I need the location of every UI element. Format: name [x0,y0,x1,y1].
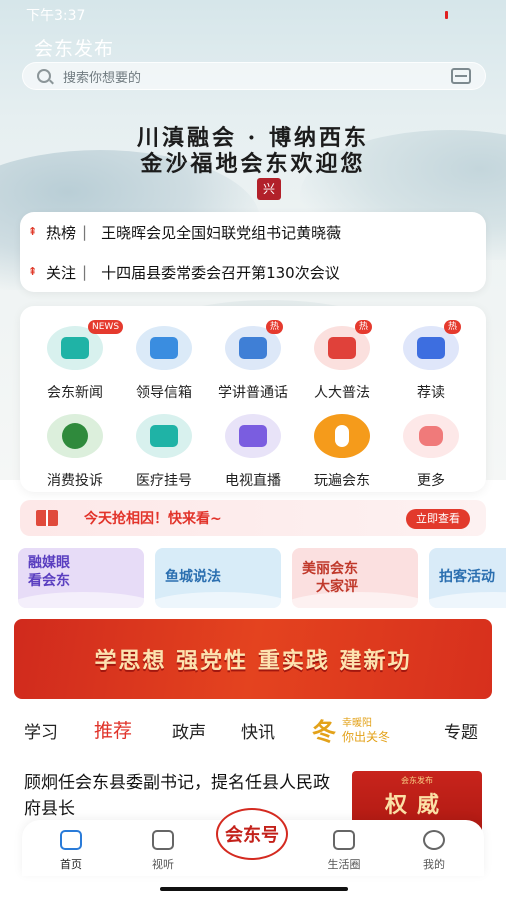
nav-label: 视听 [152,858,174,871]
tv-live-icon [225,414,281,458]
nav-label: 生活圈 [327,858,361,871]
party-banner[interactable]: 学思想 强党性 重实践 建新功 [14,619,492,699]
nav-video[interactable]: 视听 [132,830,192,874]
service-grid: NEWS 会东新闻 领导信箱 热 学讲普通话 热 人大普法 热 荐读 消费投诉 … [20,306,486,492]
tab-study[interactable]: 学习 [24,718,58,743]
category-rongmei[interactable]: 融媒眼 看会东 [18,548,144,608]
grid-item-explore[interactable]: 玩遍会东 [297,414,387,498]
pin-icon: ⇞ [28,265,38,278]
grid-item-label: 人大普法 [314,385,370,401]
search-placeholder: 搜索你想要的 [63,70,142,86]
nav-home[interactable]: 首页 [40,830,100,874]
winter-sub2: 你出关冬 [342,730,391,744]
grid-item-label: 更多 [417,473,445,489]
grid-item-huidong-news[interactable]: NEWS 会东新闻 [30,320,124,410]
hot-badge: 热 [266,320,284,334]
article-title[interactable]: 顾炯任会东县委副书记，提名任县人民政府县长 [24,770,340,822]
category-cards: 融媒眼 看会东 鱼城说法 美丽会东 大家评 拍客活动 [18,548,506,610]
gift-icon [36,510,58,526]
winter-char: 冬 [312,717,336,746]
person-icon [314,414,370,458]
status-time: 下午3:37 [26,8,86,24]
nav-label: 首页 [60,858,82,871]
nav-life[interactable]: 生活圈 [313,830,373,874]
category-title: 拍客活动 [439,569,495,585]
grid-icon [333,830,355,850]
headline-row[interactable]: ⇞ 关注 | 十四届县委常委会召开第130次会议 [20,252,486,292]
grid-item-label: 医疗挂号 [136,473,192,489]
recording-indicator-icon [445,11,448,19]
search-icon [37,69,51,83]
category-title: 融媒眼 [28,555,70,571]
headline-row[interactable]: ⇞ 热榜 | 王晓晖会见全国妇联党组书记黄晓薇 [20,212,486,252]
scan-icon[interactable] [451,68,471,84]
thumb-caption: 会东发布 [401,776,433,785]
content-tabs: 学习 推荐 政声 快讯 冬 幸暖阳 你出关冬 专题 [0,708,506,748]
category-title: 美丽会东 [302,561,358,577]
hot-badge: 热 [444,320,462,334]
headline-tag: 热榜 [46,223,77,242]
center-logo-text: 会东号 [225,825,279,846]
grid-item-label: 荐读 [417,385,445,401]
grid-item-tv-live[interactable]: 电视直播 [208,414,298,498]
category-beautiful-huidong[interactable]: 美丽会东 大家评 [292,548,418,608]
grid-item-medical[interactable]: 医疗挂号 [119,414,209,498]
category-title: 鱼城说法 [165,569,221,585]
grid-item-recommend-read[interactable]: 热 荐读 [386,320,476,410]
headline-tag: 关注 [46,263,77,282]
home-icon [60,830,82,850]
news-badge: NEWS [88,320,124,334]
user-icon [423,830,445,850]
grid-item-law[interactable]: 热 人大普法 [297,320,387,410]
hot-badge: 热 [355,320,373,334]
headline-card: ⇞ 热榜 | 王晓晖会见全国妇联党组书记黄晓薇 ⇞ 关注 | 十四届县委常委会召… [20,212,486,292]
tab-flash[interactable]: 快讯 [241,718,275,743]
grid-item-consumer-complaint[interactable]: 消费投诉 [30,414,120,498]
pin-icon: ⇞ [28,225,38,238]
grid-item-label: 学讲普通话 [218,385,288,401]
search-bar[interactable]: 搜索你想要的 [22,62,486,90]
mail-icon [136,326,192,370]
grid-item-label: 领导信箱 [136,385,192,401]
status-bar: 下午3:37 [0,0,506,30]
tab-winter-campaign[interactable]: 冬 幸暖阳 你出关冬 [312,712,408,746]
winter-sub1: 幸暖阳 [342,718,372,729]
category-subtitle: 看会东 [28,573,70,589]
grid-item-label: 消费投诉 [47,473,103,489]
nav-label: 我的 [423,858,445,871]
banner-text: 学思想 强党性 重实践 建新功 [94,648,412,674]
app-title: 会东发布 [34,38,115,60]
complaint-icon [47,414,103,458]
promo-text: 今天抢相因！快来看~ [84,511,222,527]
category-photo-events[interactable]: 拍客活动 [429,548,506,608]
nav-mine[interactable]: 我的 [403,830,463,874]
grid-item-more[interactable]: 更多 [386,414,476,498]
grid-item-label: 会东新闻 [47,385,103,401]
grid-item-label: 玩遍会东 [314,473,370,489]
huidong-hao-button[interactable]: 会东号 [216,808,288,860]
tab-recommend[interactable]: 推荐 [94,716,132,743]
grid-item-leader-mailbox[interactable]: 领导信箱 [119,326,209,410]
headline-text: 十四届县委常委会召开第130次会议 [101,263,340,282]
slogan-line-2: 金沙福地会东欢迎您 [140,151,366,177]
more-icon [403,414,459,458]
promo-view-button[interactable]: 立即查看 [406,509,470,529]
thumb-headline: 权威 [384,792,449,818]
grid-item-label: 电视直播 [225,473,281,489]
tab-topics[interactable]: 专题 [444,718,478,743]
category-yucheng-law[interactable]: 鱼城说法 [155,548,281,608]
headline-text: 王晓晖会见全国妇联党组书记黄晓薇 [101,223,342,242]
home-indicator[interactable] [160,887,348,891]
promo-strip[interactable]: 今天抢相因！快来看~ 立即查看 [20,500,486,536]
medical-icon [136,414,192,458]
tab-politics[interactable]: 政声 [172,718,206,743]
video-icon [152,830,174,850]
red-seal: 兴 [257,178,281,200]
grid-item-mandarin[interactable]: 热 学讲普通话 [208,320,298,410]
